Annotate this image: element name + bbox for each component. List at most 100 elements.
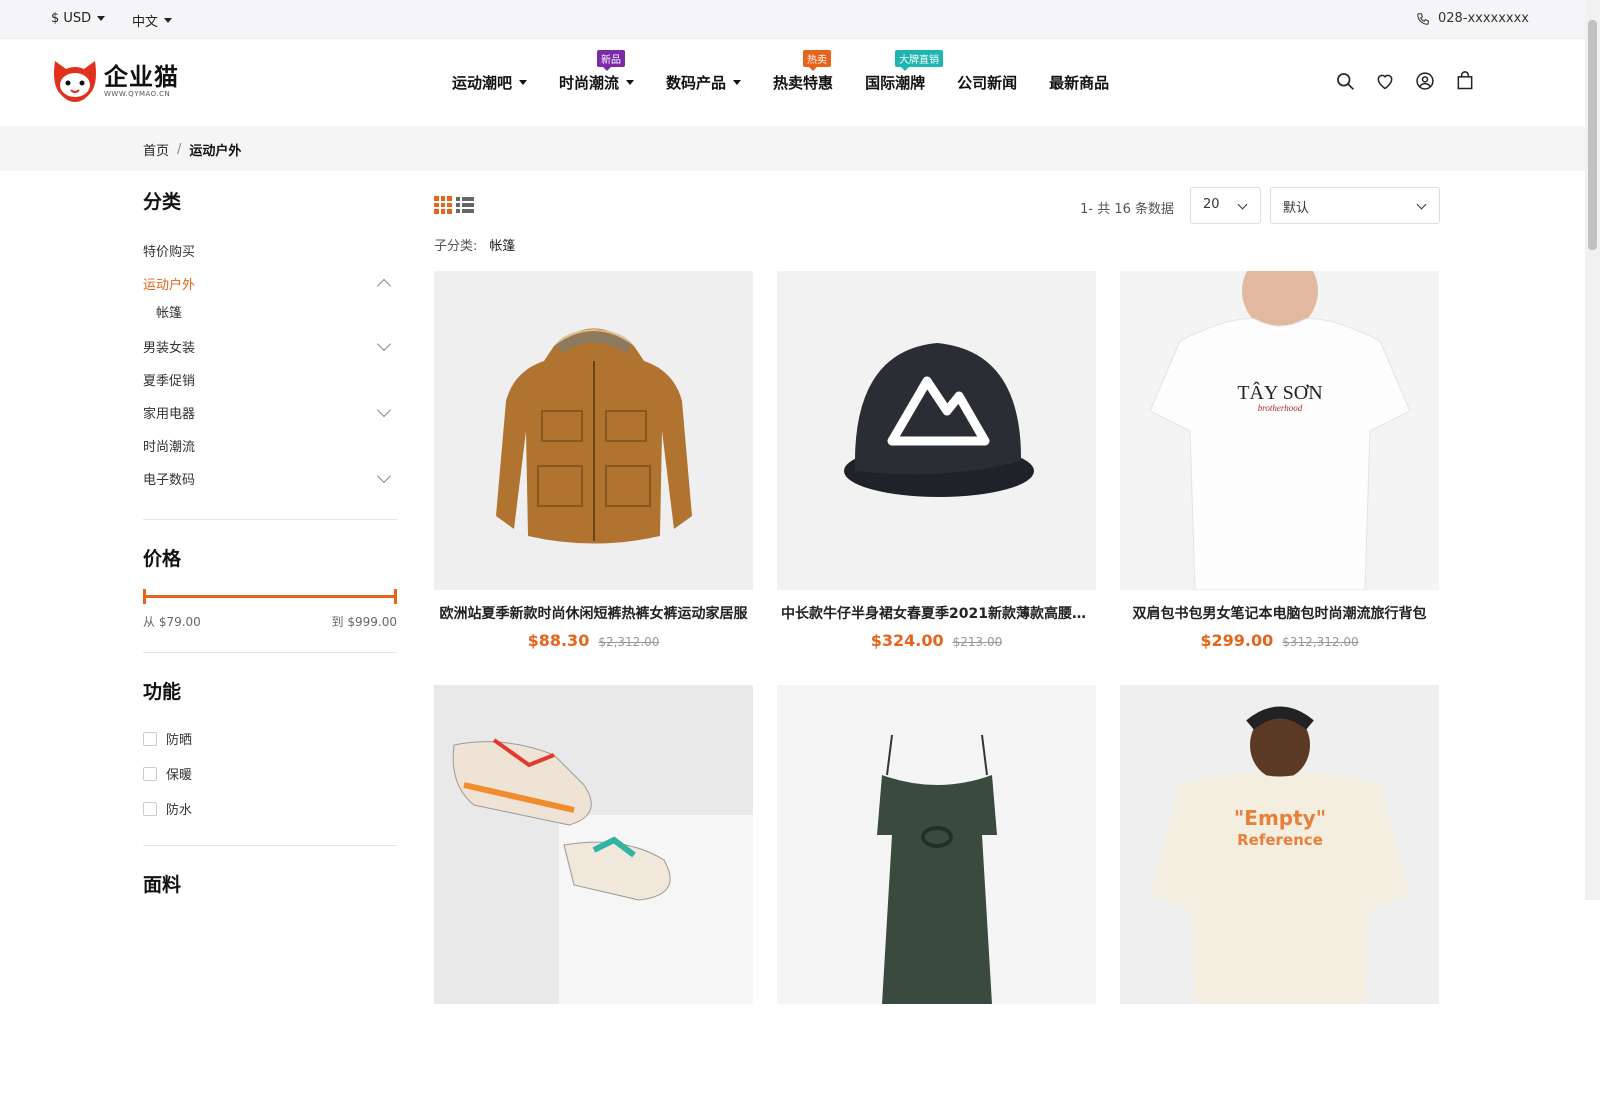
cat-logo-icon: [54, 61, 96, 102]
subcategory-link[interactable]: 帐篷: [489, 235, 515, 254]
nav-item-new-products[interactable]: 最新商品: [1049, 72, 1109, 93]
language-dropdown[interactable]: 中文: [132, 11, 173, 30]
category-label: 特价购买: [143, 245, 196, 260]
category-label: 男装女装: [143, 341, 196, 356]
page-scrollbar[interactable]: [1585, 0, 1600, 900]
caret-down-icon: [733, 80, 742, 85]
product-card[interactable]: TÂY SƠN brotherhood 双肩包书包男女笔记本电脑包时尚潮流旅行背…: [1120, 271, 1439, 685]
heart-icon[interactable]: [1375, 71, 1395, 91]
category-item-active[interactable]: 运动户外: [143, 267, 397, 300]
product-image-sneakers[interactable]: [434, 685, 753, 1004]
category-label: 夏季促销: [143, 374, 196, 389]
subcategory-label: 子分类:: [434, 239, 478, 254]
category-item[interactable]: 男装女装: [143, 330, 397, 363]
nav-label: 热卖特惠: [773, 74, 834, 92]
chevron-down-icon[interactable]: [376, 468, 392, 484]
feature-title: 功能: [143, 681, 182, 703]
page-size-select[interactable]: 20: [1190, 187, 1261, 224]
user-icon[interactable]: [1415, 71, 1435, 91]
breadcrumb: 首页 / 运动户外: [0, 126, 1585, 171]
scrollbar-thumb[interactable]: [1588, 20, 1597, 250]
product-card[interactable]: [434, 685, 753, 1099]
phone-contact[interactable]: 028-xxxxxxxx: [1416, 11, 1529, 26]
category-list: 特价购买 运动户外 帐篷 男装女装 夏季促销 家用电器 时尚潮流 电子数码: [143, 234, 397, 495]
nav-item-digital[interactable]: 数码产品: [666, 72, 742, 93]
product-card[interactable]: [777, 685, 1096, 1099]
feature-checkbox[interactable]: 保暖: [143, 756, 397, 791]
caret-down-icon: [164, 18, 173, 23]
chevron-up-icon[interactable]: [376, 278, 392, 293]
chevron-down-icon[interactable]: [376, 336, 392, 352]
product-image-brown-jacket[interactable]: [434, 271, 753, 590]
nav-label: 公司新闻: [957, 74, 1018, 92]
caret-down-icon: [519, 80, 528, 85]
divider: [143, 845, 397, 846]
product-image-green-dress[interactable]: [777, 685, 1096, 1004]
product-image-white-tshirt[interactable]: TÂY SƠN brotherhood: [1120, 271, 1439, 590]
product-name[interactable]: 双肩包书包男女笔记本电脑包时尚潮流旅行背包: [1120, 603, 1439, 623]
product-price: $88.30: [527, 631, 590, 650]
product-image-black-cap[interactable]: [777, 271, 1096, 590]
bag-icon[interactable]: [1455, 71, 1475, 91]
category-label: 电子数码: [143, 473, 196, 488]
category-title: 分类: [143, 191, 182, 213]
grid-view-icon[interactable]: [434, 196, 452, 214]
logo-name: 企业猫: [104, 63, 179, 91]
feature-checkbox[interactable]: 防水: [143, 791, 397, 826]
currency-dropdown[interactable]: $ USD: [51, 11, 106, 26]
category-item[interactable]: 电子数码: [143, 462, 397, 495]
product-image-empty-reference-tee[interactable]: "Empty" Reference: [1120, 685, 1439, 1004]
checkbox-label: 保暖: [166, 768, 193, 783]
chevron-down-icon: [1416, 199, 1427, 210]
product-card[interactable]: 中长款牛仔半身裙女春夏季2021新款薄款高腰显瘦 $324.00 $213.00: [777, 271, 1096, 685]
phone-icon: [1417, 12, 1429, 25]
nav-item-news[interactable]: 公司新闻: [957, 72, 1017, 93]
price-slider[interactable]: [143, 589, 397, 604]
phone-number: 028-xxxxxxxx: [1437, 11, 1529, 26]
search-icon[interactable]: [1335, 71, 1355, 91]
product-card[interactable]: 欧洲站夏季新款时尚休闲短裤热裤女裤运动家居服 $88.30 $2,312.00: [434, 271, 753, 685]
logo[interactable]: 企业猫 WWW.QYMAO.CN: [52, 59, 179, 103]
product-name[interactable]: 欧洲站夏季新款时尚休闲短裤热裤女裤运动家居服: [434, 603, 753, 623]
product-price: $299.00: [1200, 631, 1274, 650]
chevron-down-icon[interactable]: [376, 402, 392, 418]
product-old-price: $2,312.00: [598, 635, 660, 649]
nav-label: 数码产品: [666, 74, 727, 92]
category-item[interactable]: 家用电器: [143, 396, 397, 429]
site-header: 企业猫 WWW.QYMAO.CN 运动潮吧 新品 时尚潮流 数码产品 热卖 热卖…: [0, 39, 1585, 126]
sort-select[interactable]: 默认: [1270, 187, 1440, 224]
checkbox[interactable]: [143, 801, 157, 816]
category-label: 运动户外: [143, 278, 196, 293]
breadcrumb-current: 运动户外: [189, 144, 242, 159]
nav-item-intl-brands[interactable]: 大牌直销 国际潮牌: [865, 50, 944, 93]
subcategory-item[interactable]: 帐篷: [143, 300, 397, 330]
product-grid: 欧洲站夏季新款时尚休闲短裤热裤女裤运动家居服 $88.30 $2,312.00 中…: [434, 271, 1440, 1099]
slider-handle-min[interactable]: [143, 589, 146, 604]
nav-item-fashion[interactable]: 新品 时尚潮流: [559, 50, 635, 93]
chevron-down-icon: [1237, 199, 1248, 210]
product-old-price: $213.00: [952, 635, 1003, 649]
main-nav: 运动潮吧 新品 时尚潮流 数码产品 热卖 热卖特惠 大牌直销 国际潮牌 公司新闻…: [452, 50, 1141, 93]
slider-handle-max[interactable]: [394, 589, 397, 604]
product-card[interactable]: "Empty" Reference: [1120, 685, 1439, 1099]
tee-print-text: "Empty": [1234, 806, 1326, 830]
nav-item-hot-deals[interactable]: 热卖 热卖特惠: [773, 50, 834, 93]
category-label: 家用电器: [143, 407, 196, 422]
checkbox-label: 防晒: [166, 733, 193, 748]
category-item[interactable]: 时尚潮流: [143, 429, 397, 462]
product-name[interactable]: 中长款牛仔半身裙女春夏季2021新款薄款高腰显瘦: [777, 603, 1096, 623]
product-old-price: $312,312.00: [1282, 635, 1359, 649]
category-label: 时尚潮流: [143, 440, 196, 455]
breadcrumb-home[interactable]: 首页: [143, 140, 169, 159]
feature-checkbox[interactable]: 防晒: [143, 721, 397, 756]
checkbox[interactable]: [143, 766, 157, 781]
subcategory-filter: 子分类: 帐篷: [434, 235, 1440, 254]
category-item[interactable]: 夏季促销: [143, 363, 397, 396]
category-item[interactable]: 特价购买: [143, 234, 397, 267]
hot-badge: 热卖: [803, 50, 832, 71]
fabric-title: 面料: [143, 874, 182, 896]
nav-item-sports[interactable]: 运动潮吧: [452, 72, 528, 93]
list-view-icon[interactable]: [456, 196, 474, 214]
price-to: 到 $999.00: [331, 615, 397, 629]
checkbox[interactable]: [143, 731, 157, 746]
